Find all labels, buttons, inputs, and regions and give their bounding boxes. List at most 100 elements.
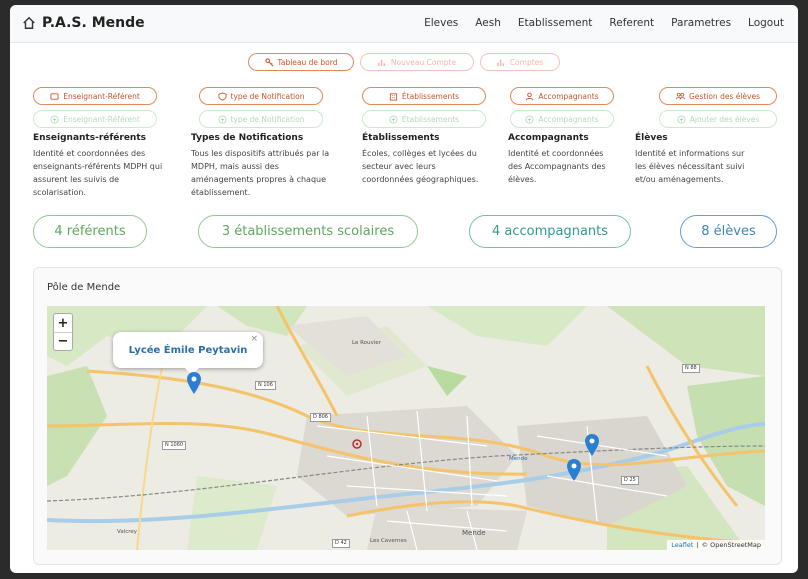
- zoom-out-button[interactable]: −: [54, 332, 72, 350]
- attribution-separator: |: [696, 541, 699, 549]
- osm-attribution: © OpenStreetMap: [701, 541, 761, 549]
- desc-line: Tous les dispositifs attribués par la: [191, 149, 330, 158]
- etablissements-button[interactable]: Établissements: [362, 87, 486, 105]
- road-label-d806: D 806: [310, 413, 331, 422]
- road-label-n88: N 88: [682, 364, 700, 373]
- road-label-d42: D 42: [332, 539, 350, 548]
- accompagnants-count[interactable]: 4 accompagnants: [469, 215, 631, 248]
- plus-circle-icon: [525, 114, 534, 124]
- column-title: Enseignants-référents: [33, 133, 146, 143]
- column-description: Tous les dispositifs attribués par la MD…: [191, 147, 361, 199]
- accounts-label: Comptes: [509, 57, 544, 67]
- desc-line: des Accompagnants des: [508, 162, 606, 171]
- map-marker-icon[interactable]: [187, 372, 201, 394]
- nav-eleves[interactable]: Eleves: [424, 17, 458, 29]
- add-notification-type-label: type de Notification: [230, 114, 305, 124]
- brand[interactable]: P.A.S. Mende: [22, 15, 145, 31]
- column-title: Établissements: [362, 133, 440, 143]
- referent-button[interactable]: Enseignant-Référent: [33, 87, 157, 105]
- zoom-control: + −: [53, 313, 73, 351]
- desc-line: Écoles, collèges et lycées du: [362, 149, 477, 158]
- zoom-in-button[interactable]: +: [54, 314, 72, 332]
- etablissements-count[interactable]: 3 établissements scolaires: [198, 215, 418, 248]
- map-label-les-cavernes: Les Cavernes: [370, 538, 407, 544]
- desc-line: secteur avec leurs: [362, 162, 436, 171]
- nav-links: Eleves Aesh Etablissement Referent Param…: [424, 17, 784, 29]
- map-card: Pôle de Mende Le Rouvier Mende Mende Les…: [33, 267, 782, 565]
- manage-eleves-button[interactable]: Gestion des élèves: [659, 87, 777, 105]
- column-title: Élèves: [635, 133, 668, 143]
- nav-logout[interactable]: Logout: [748, 17, 784, 29]
- nav-aesh[interactable]: Aesh: [475, 17, 501, 29]
- manage-eleves-label: Gestion des élèves: [688, 91, 761, 101]
- accompagnants-button[interactable]: Accompagnants: [510, 87, 614, 105]
- column-referents: Enseignant-Référent Enseignant-Référent …: [33, 87, 193, 199]
- add-accompagnant-button[interactable]: Accompagnants: [510, 110, 614, 128]
- desc-line: enseignants-référents MDPH qui: [33, 162, 163, 171]
- map-card-title: Pôle de Mende: [47, 282, 121, 293]
- desc-line: les élèves nécessitant suivi: [635, 162, 745, 171]
- desc-line: Identité et informations sur: [635, 149, 745, 158]
- desc-line: et/ou aménagements.: [635, 175, 724, 184]
- brand-title: P.A.S. Mende: [42, 15, 145, 31]
- eleves-count[interactable]: 8 élèves: [680, 215, 777, 248]
- bar-chart-icon: [496, 59, 504, 66]
- map-popup: Lycée Émile Peytavin ×: [113, 332, 263, 368]
- etablissements-label: Établissements: [401, 91, 460, 101]
- add-eleves-label: Ajouter des élèves: [689, 114, 760, 124]
- desc-line: scolarisation.: [33, 188, 87, 197]
- desc-line: coordonnées géographiques.: [362, 175, 479, 184]
- top-actions: Tableau de bord Nouveau Compte Comptes: [10, 53, 798, 71]
- road-label-n106: N 106: [255, 381, 276, 390]
- add-accompagnant-label: Accompagnants: [538, 114, 599, 124]
- dashboard-button[interactable]: Tableau de bord: [248, 53, 354, 71]
- app-window: P.A.S. Mende Eleves Aesh Etablissement R…: [10, 5, 798, 573]
- column-description: Identité et coordonnées des enseignants-…: [33, 147, 193, 199]
- desc-line: Identité et coordonnées des: [33, 149, 146, 158]
- column-description: Identité et informations sur les élèves …: [635, 147, 785, 186]
- road-label-n1060: N 1060: [162, 441, 187, 450]
- add-eleves-button[interactable]: Ajouter des élèves: [659, 110, 777, 128]
- notification-type-button[interactable]: type de Notification: [199, 87, 323, 105]
- new-account-label: Nouveau Compte: [390, 57, 457, 67]
- map-label-le-rouvier: Le Rouvier: [352, 340, 381, 346]
- nav-parametres[interactable]: Parametres: [671, 17, 731, 29]
- add-notification-type-button[interactable]: type de Notification: [199, 110, 323, 128]
- column-etablissements: Établissements Établissements Établissem…: [362, 87, 512, 186]
- popup-title: Lycée Émile Peytavin: [128, 344, 248, 356]
- plus-circle-icon: [50, 114, 59, 124]
- desc-line: élèves.: [508, 175, 537, 184]
- map-marker-icon[interactable]: [567, 459, 581, 481]
- plus-circle-icon: [217, 114, 227, 124]
- shield-icon: [217, 91, 227, 101]
- plus-circle-icon: [389, 114, 398, 124]
- add-etablissement-button[interactable]: Établissements: [362, 110, 486, 128]
- nav-etablissement[interactable]: Etablissement: [518, 17, 593, 29]
- popup-close-button[interactable]: ×: [250, 334, 258, 344]
- plus-circle-icon: [677, 114, 686, 124]
- leaflet-link[interactable]: Leaflet: [671, 541, 693, 549]
- column-eleves: Gestion des élèves Ajouter des élèves Él…: [635, 87, 785, 186]
- add-referent-button[interactable]: Enseignant-Référent: [33, 110, 157, 128]
- column-description: Écoles, collèges et lycées du secteur av…: [362, 147, 512, 186]
- add-referent-label: Enseignant-Référent: [63, 114, 140, 124]
- add-etablissement-label: Établissements: [401, 114, 460, 124]
- nav-referent[interactable]: Referent: [609, 17, 654, 29]
- column-title: Types de Notifications: [191, 133, 304, 143]
- navbar: P.A.S. Mende Eleves Aesh Etablissement R…: [10, 5, 798, 43]
- bar-chart-icon: [378, 59, 385, 66]
- map-label-valcrey: Valcrey: [117, 529, 138, 535]
- new-account-button[interactable]: Nouveau Compte: [360, 53, 474, 71]
- desc-line: Identité et coordonnées: [508, 149, 604, 158]
- referent-button-label: Enseignant-Référent: [63, 91, 140, 101]
- referents-count[interactable]: 4 référents: [33, 215, 147, 248]
- key-icon: [264, 57, 273, 66]
- desc-line: établissement.: [191, 188, 251, 197]
- user-icon: [526, 92, 534, 100]
- column-notifications: type de Notification type de Notificatio…: [191, 87, 361, 199]
- accounts-button[interactable]: Comptes: [480, 53, 560, 71]
- map[interactable]: Le Rouvier Mende Mende Les Cavernes Valc…: [47, 306, 765, 550]
- map-label-mende: Mende: [509, 456, 528, 462]
- home-icon: [23, 16, 35, 29]
- map-marker-icon[interactable]: [585, 434, 599, 456]
